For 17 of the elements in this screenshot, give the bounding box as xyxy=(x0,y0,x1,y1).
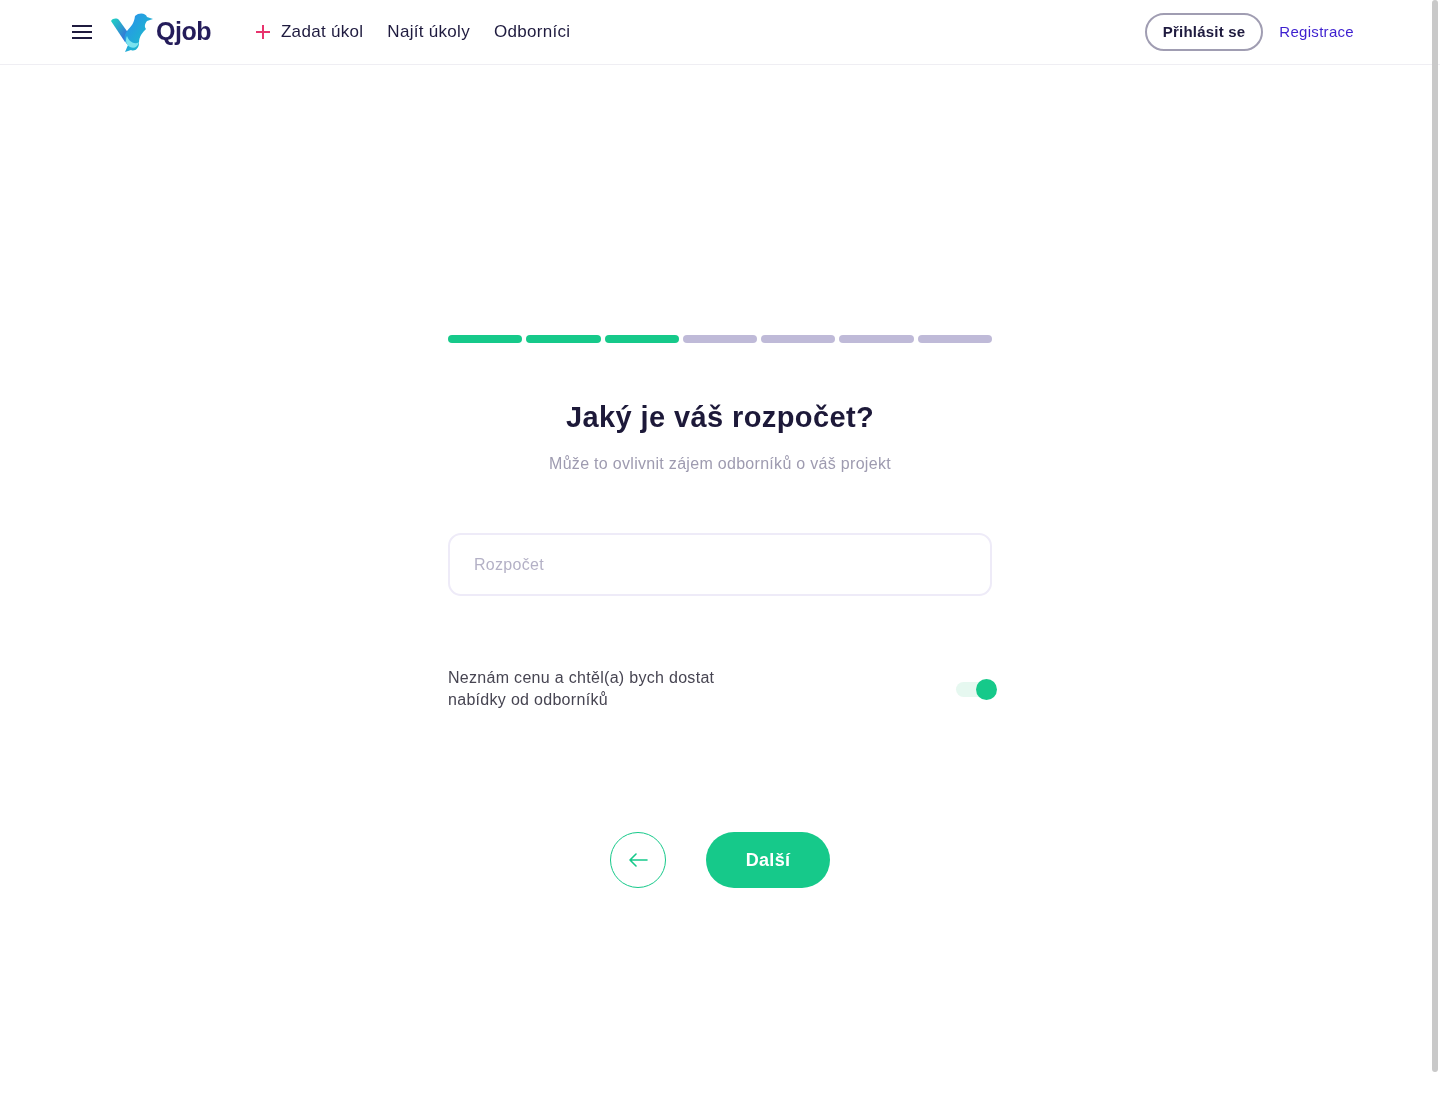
budget-input[interactable]: Rozpočet xyxy=(448,533,992,596)
register-link[interactable]: Registrace xyxy=(1279,20,1354,44)
toggle-switch[interactable] xyxy=(956,678,997,700)
nav-link[interactable]: Odborníci xyxy=(494,19,571,45)
page-heading: Jaký je váš rozpočet? xyxy=(564,400,876,434)
subtitle-text: Může to ovlivnit zájem odborníků o váš projekt xyxy=(548,454,892,474)
bird-logo-icon[interactable] xyxy=(109,12,153,52)
back-button[interactable] xyxy=(610,832,666,888)
login-button[interactable]: Přihlásit se xyxy=(1144,12,1264,52)
arrow-left-icon xyxy=(628,853,648,867)
scrollbar-thumb[interactable] xyxy=(1432,0,1438,1072)
nav-link[interactable]: Zadat úkol xyxy=(255,19,364,45)
nav-link[interactable]: Najít úkoly xyxy=(387,19,470,45)
logo-text[interactable]: Qjob xyxy=(156,13,211,51)
plus-icon xyxy=(255,25,270,39)
menu-icon[interactable] xyxy=(72,25,92,39)
option-label: Neznám cenu a chtěl(a) bych dostat nabídky od odborníků xyxy=(448,668,716,710)
